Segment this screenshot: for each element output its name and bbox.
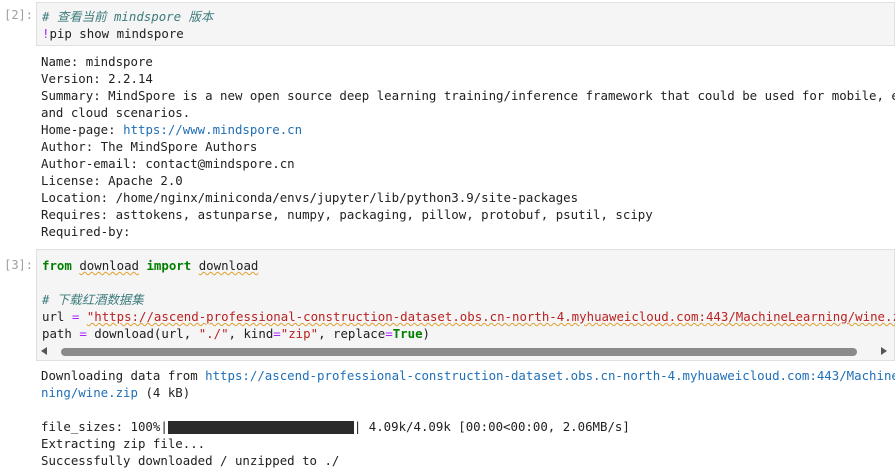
url-assign-line: url = "https://ascend-professional-const… xyxy=(42,308,895,325)
cell-2-prompt: [2]: xyxy=(4,8,33,22)
downloading-prefix: Downloading data from xyxy=(41,368,206,383)
url-string: "https://ascend-professional-constructio… xyxy=(86,309,895,324)
scroll-right-arrow-icon[interactable] xyxy=(881,347,887,355)
true-value: True xyxy=(392,326,423,341)
scrollbar-thumb[interactable] xyxy=(61,348,857,356)
cell-3-comment: # 下载红酒数据集 xyxy=(42,292,144,307)
cell-2-command: !pip show mindspore xyxy=(42,25,184,42)
output-summary-line2: and cloud scenarios. xyxy=(41,105,191,120)
output-summary-line1: Summary: MindSpore is a new open source … xyxy=(41,88,895,103)
assign-op: = xyxy=(71,309,80,324)
output-downloading-line2: ning/wine.zip (4 kB) xyxy=(41,384,190,401)
output-author: Author: The MindSpore Authors xyxy=(41,139,258,154)
replace-eq: = xyxy=(385,326,393,341)
output-extracting: Extracting zip file... xyxy=(41,436,206,451)
progress-bar xyxy=(167,421,354,434)
download-call-line: path = download(url, "./", kind="zip", r… xyxy=(42,325,430,342)
kind-kw: , kind xyxy=(228,326,274,341)
cell-3-prompt: [3]: xyxy=(4,258,33,272)
kind-value: "zip" xyxy=(280,326,319,341)
url-var: url xyxy=(42,309,65,324)
output-progress: file_sizes: 100%| | 4.09k/4.09k [00:00<00… xyxy=(41,418,630,435)
output-homepage: Home-page: https://www.mindspore.cn xyxy=(41,121,302,138)
output-required-by: Required-by: xyxy=(41,224,131,239)
homepage-label: Home-page: xyxy=(41,122,124,137)
output-location: Location: /home/nginx/miniconda/envs/jup… xyxy=(41,190,579,205)
output-author-email: Author-email: contact@mindspore.cn xyxy=(41,156,295,171)
kind-eq: = xyxy=(273,326,281,341)
close-paren: ) xyxy=(422,326,430,341)
homepage-link[interactable]: https://www.mindspore.cn xyxy=(123,122,302,137)
cell-2-input[interactable]: # 查看当前 mindspore 版本 !pip show mindspore xyxy=(36,2,895,46)
import-line: from download import download xyxy=(42,257,258,274)
output-license: License: Apache 2.0 xyxy=(41,173,183,188)
import-keyword: import xyxy=(146,258,192,273)
horizontal-scrollbar[interactable] xyxy=(41,344,887,358)
output-requires: Requires: asttokens, astunparse, numpy, … xyxy=(41,207,653,222)
cell-2-command-text: pip show mindspore xyxy=(49,26,184,41)
assign-op-2: = xyxy=(79,326,87,341)
progress-label: file_sizes: 100%| xyxy=(41,419,168,434)
progress-bar-fill xyxy=(167,421,354,434)
call-name: download(url, xyxy=(94,326,199,341)
download-url-link-cont[interactable]: ning/wine.zip xyxy=(41,385,138,400)
output-version: Version: 2.2.14 xyxy=(41,71,153,86)
import-name: download xyxy=(198,258,259,273)
progress-stats: | 4.09k/4.09k [00:00<00:00, 2.06MB/s] xyxy=(353,419,630,434)
arg-dot: "./" xyxy=(198,326,229,341)
from-keyword: from xyxy=(42,258,72,273)
module-name: download xyxy=(79,258,139,273)
download-url-link[interactable]: https://ascend-professional-construction… xyxy=(205,368,895,383)
output-name: Name: mindspore xyxy=(41,54,153,69)
replace-kw: , replace xyxy=(318,326,386,341)
cell-2-comment: # 查看当前 mindspore 版本 xyxy=(42,9,214,24)
output-downloading-line1: Downloading data from https://ascend-pro… xyxy=(41,367,895,384)
output-success: Successfully downloaded / unzipped to ./ xyxy=(41,453,340,468)
scroll-left-arrow-icon[interactable] xyxy=(41,347,47,355)
downloading-size: (4 kB) xyxy=(137,385,191,400)
path-var: path xyxy=(42,326,72,341)
